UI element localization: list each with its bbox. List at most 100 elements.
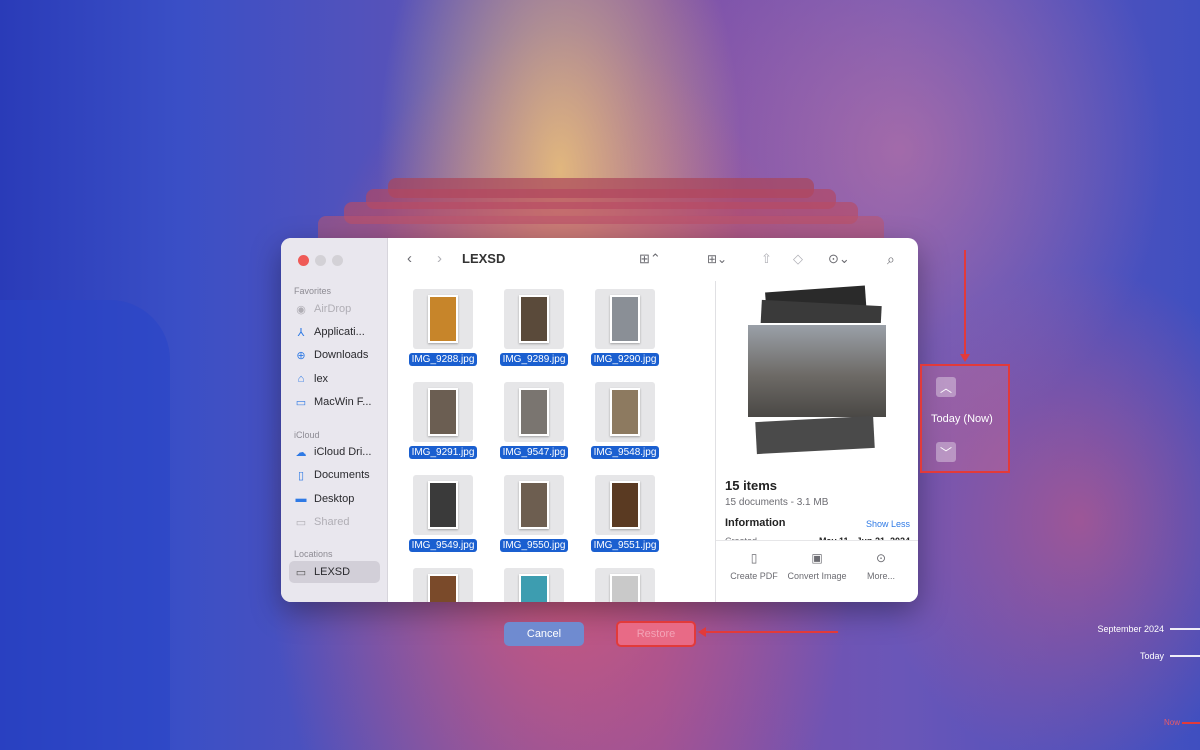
convert-image-button[interactable]: ▣ Convert Image xyxy=(782,551,852,581)
file-item[interactable]: IMG_9547.jpg xyxy=(494,382,574,460)
sidebar-item-documents[interactable]: ▯ Documents xyxy=(295,466,370,484)
file-item[interactable]: IMG_9551.jpg xyxy=(585,475,665,553)
file-name: IMG_9290.jpg xyxy=(590,353,660,366)
sidebar-item-lexsd[interactable]: ▭ LEXSD xyxy=(289,561,380,583)
sidebar-item-label: LEXSD xyxy=(314,566,351,578)
zoom-button[interactable] xyxy=(332,255,343,266)
timeline-tick xyxy=(1170,655,1200,657)
sidebar-section-favorites: Favorites xyxy=(294,286,332,296)
window-title: LEXSD xyxy=(462,251,506,266)
show-less-link[interactable]: Show Less xyxy=(866,519,910,529)
cloud-icon: ☁ xyxy=(295,446,307,459)
file-item[interactable] xyxy=(585,568,665,602)
more-actions-icon[interactable]: ⊙⌄ xyxy=(828,249,850,269)
search-icon[interactable]: ⌕ xyxy=(887,249,895,269)
annotation-arrow xyxy=(964,250,966,358)
sidebar-item-downloads[interactable]: ⊕ Downloads xyxy=(295,346,368,364)
timeline-label[interactable]: September 2024 xyxy=(1070,624,1164,634)
file-item[interactable]: IMG_9291.jpg xyxy=(403,382,483,460)
timeline-label[interactable]: Today xyxy=(1070,651,1164,661)
quick-actions: ▯ Create PDF ▣ Convert Image ⊙ More... xyxy=(716,540,918,602)
sidebar-item-macwin[interactable]: ▭ MacWin F... xyxy=(295,393,372,411)
window-controls xyxy=(298,255,343,266)
file-item[interactable] xyxy=(403,568,483,602)
annotation-arrowhead xyxy=(960,354,970,362)
sidebar-item-applications[interactable]: ⅄ Applicati... xyxy=(295,323,365,341)
drive-icon: ▭ xyxy=(295,566,307,579)
preview-pane: 15 items 15 documents - 3.1 MB Informati… xyxy=(715,281,918,602)
cancel-button[interactable]: Cancel xyxy=(504,622,584,646)
minimize-button[interactable] xyxy=(315,255,326,266)
timeline-tick-now xyxy=(1182,722,1200,724)
annotation-arrow xyxy=(706,631,838,633)
sidebar-item-airdrop[interactable]: ◉ AirDrop xyxy=(295,300,351,318)
create-pdf-label: Create PDF xyxy=(730,571,778,581)
file-name: IMG_9550.jpg xyxy=(499,539,569,552)
more-label: More... xyxy=(866,571,895,581)
file-name: IMG_9289.jpg xyxy=(499,353,569,366)
file-item[interactable]: IMG_9549.jpg xyxy=(403,475,483,553)
group-icon[interactable]: ⊞⌄ xyxy=(707,249,727,269)
restore-button[interactable]: Restore xyxy=(616,621,696,647)
share-icon[interactable]: ⇧ xyxy=(761,249,772,269)
sidebar-section-locations: Locations xyxy=(294,549,333,559)
pdf-document-icon: ▯ xyxy=(750,551,758,565)
thumbnail xyxy=(413,568,473,602)
thumbnail xyxy=(504,475,564,535)
sidebar-item-home[interactable]: ⌂ lex xyxy=(295,370,328,388)
sidebar-item-label: Desktop xyxy=(314,493,355,505)
sidebar-item-label: Documents xyxy=(314,469,370,481)
applications-icon: ⅄ xyxy=(297,326,305,339)
file-name: IMG_9551.jpg xyxy=(590,539,660,552)
chevron-down-icon[interactable]: ﹀ xyxy=(936,442,956,462)
current-snapshot-label: Today (Now) xyxy=(931,413,993,425)
thumbnail xyxy=(595,382,655,442)
more-button[interactable]: ⊙ More... xyxy=(846,551,916,581)
thumbnail xyxy=(504,382,564,442)
sidebar-item-label: MacWin F... xyxy=(314,396,372,408)
file-grid: IMG_9288.jpg IMG_9289.jpg IMG_9290.jpg I… xyxy=(389,281,715,602)
sidebar-item-label: Shared xyxy=(314,516,350,528)
items-size: 15 documents - 3.1 MB xyxy=(725,497,829,508)
file-item[interactable]: IMG_9550.jpg xyxy=(494,475,574,553)
sidebar-item-label: AirDrop xyxy=(314,303,352,315)
sidebar-section-icloud: iCloud xyxy=(294,430,320,440)
home-icon: ⌂ xyxy=(297,373,305,385)
folder-icon: ▭ xyxy=(295,396,307,409)
file-item[interactable]: IMG_9548.jpg xyxy=(585,382,665,460)
back-icon[interactable]: ‹ xyxy=(407,249,412,269)
view-mode-icon[interactable]: ⊞⌃ xyxy=(639,249,661,269)
file-item[interactable]: IMG_9289.jpg xyxy=(494,289,574,367)
desktop-icon: ▬ xyxy=(295,493,307,505)
sidebar-item-icloud-drive[interactable]: ☁ iCloud Dri... xyxy=(295,443,372,461)
background-shape xyxy=(0,300,170,750)
timeline-tick xyxy=(1170,628,1200,630)
image-icon: ▣ xyxy=(811,551,823,565)
thumbnail xyxy=(595,475,655,535)
download-icon: ⊕ xyxy=(296,349,306,362)
file-item[interactable]: IMG_9290.jpg xyxy=(585,289,665,367)
close-button[interactable] xyxy=(298,255,309,266)
information-header: Information xyxy=(725,517,786,529)
timeline-now-label[interactable]: Now xyxy=(1130,718,1180,727)
thumbnail xyxy=(595,568,655,602)
thumbnail xyxy=(413,289,473,349)
sidebar-item-desktop[interactable]: ▬ Desktop xyxy=(295,490,355,508)
chevron-up-icon[interactable]: ︿ xyxy=(936,377,956,397)
sidebar-item-label: Applicati... xyxy=(314,326,365,338)
finder-window: Favorites ◉ AirDrop ⅄ Applicati... ⊕ Dow… xyxy=(281,238,918,602)
tag-icon[interactable]: ◇ xyxy=(793,249,803,269)
sidebar-item-label: lex xyxy=(314,373,329,385)
thumbnail xyxy=(504,568,564,602)
file-item[interactable]: IMG_9288.jpg xyxy=(403,289,483,367)
file-name: IMG_9549.jpg xyxy=(408,539,478,552)
forward-icon[interactable]: › xyxy=(437,249,442,269)
annotation-arrowhead xyxy=(698,627,706,637)
sidebar-item-shared[interactable]: ▭ Shared xyxy=(295,513,350,531)
shared-folder-icon: ▭ xyxy=(295,516,307,529)
file-name: IMG_9291.jpg xyxy=(408,446,478,459)
file-name: IMG_9547.jpg xyxy=(499,446,569,459)
thumbnail xyxy=(413,382,473,442)
file-item[interactable] xyxy=(494,568,574,602)
create-pdf-button[interactable]: ▯ Create PDF xyxy=(719,551,789,581)
